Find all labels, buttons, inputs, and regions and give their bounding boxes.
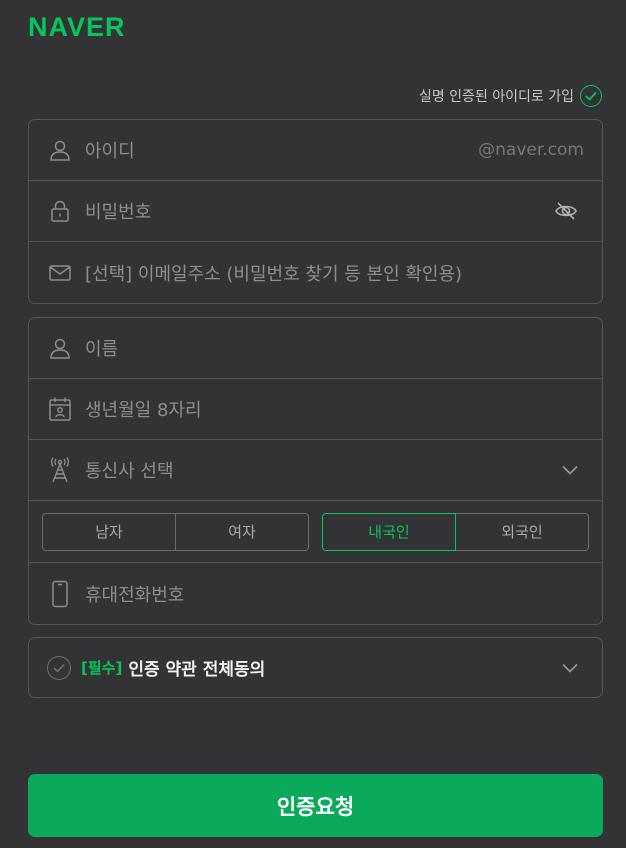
lock-icon (47, 198, 73, 224)
nationality-toggle: 내국인 외국인 (322, 512, 589, 551)
phone-input[interactable]: 휴대전화번호 (85, 581, 184, 607)
gender-male-button[interactable]: 남자 (42, 512, 176, 551)
birth-input[interactable]: 생년월일 8자리 (85, 396, 202, 422)
id-input[interactable]: 아이디 (85, 137, 135, 163)
phone-icon (47, 580, 73, 607)
chevron-down-icon[interactable] (562, 663, 578, 673)
email-input[interactable]: [선택] 이메일주소 (비밀번호 찾기 등 본인 확인용) (85, 260, 462, 286)
terms-agreement[interactable]: [필수] 인증 약관 전체동의 (28, 637, 603, 698)
name-input[interactable]: 이름 (85, 335, 118, 361)
email-field[interactable]: [선택] 이메일주소 (비밀번호 찾기 등 본인 확인용) (29, 242, 602, 303)
request-verification-button[interactable]: 인증요청 (28, 774, 603, 837)
carrier-label: 통신사 선택 (85, 461, 174, 482)
real-name-signup-link[interactable]: 실명 인증된 아이디로 가입 (419, 85, 602, 107)
user-icon (47, 335, 73, 361)
carrier-select[interactable]: 통신사 선택 (29, 440, 602, 501)
account-fields: 아이디 @naver.com 비밀번호 [선택] 이메일주소 (비밀번호 찾기 … (28, 119, 603, 304)
check-circle-icon (580, 85, 602, 107)
required-tag: [필수] (81, 659, 123, 677)
domain-suffix: @naver.com (478, 140, 584, 160)
chevron-down-icon[interactable] (562, 465, 578, 475)
nationality-foreign-button[interactable]: 외국인 (456, 512, 589, 551)
id-field[interactable]: 아이디 @naver.com (29, 120, 602, 181)
gender-nationality-row: 남자 여자 내국인 외국인 (29, 501, 602, 563)
profile-fields: 이름 생년월일 8자리 통신사 선택 남자 여자 내국인 외국인 휴대전화번호 (28, 317, 603, 625)
birth-field[interactable]: 생년월일 8자리 (29, 379, 602, 440)
antenna-icon (47, 457, 73, 483)
user-icon (47, 137, 73, 163)
eye-off-icon[interactable] (554, 201, 578, 221)
password-field[interactable]: 비밀번호 (29, 181, 602, 242)
gender-toggle: 남자 여자 (42, 512, 309, 551)
naver-logo[interactable]: NAVER (28, 12, 126, 43)
gender-female-button[interactable]: 여자 (176, 512, 309, 551)
name-field[interactable]: 이름 (29, 318, 602, 379)
calendar-icon (47, 396, 73, 422)
password-input[interactable]: 비밀번호 (85, 198, 151, 224)
terms-agreement-label: 인증 약관 전체동의 (128, 660, 266, 680)
phone-field[interactable]: 휴대전화번호 (29, 563, 602, 624)
nationality-domestic-button[interactable]: 내국인 (322, 512, 456, 551)
mail-icon (47, 260, 73, 286)
real-name-signup-label: 실명 인증된 아이디로 가입 (418, 89, 574, 105)
check-circle-icon[interactable] (47, 655, 71, 680)
